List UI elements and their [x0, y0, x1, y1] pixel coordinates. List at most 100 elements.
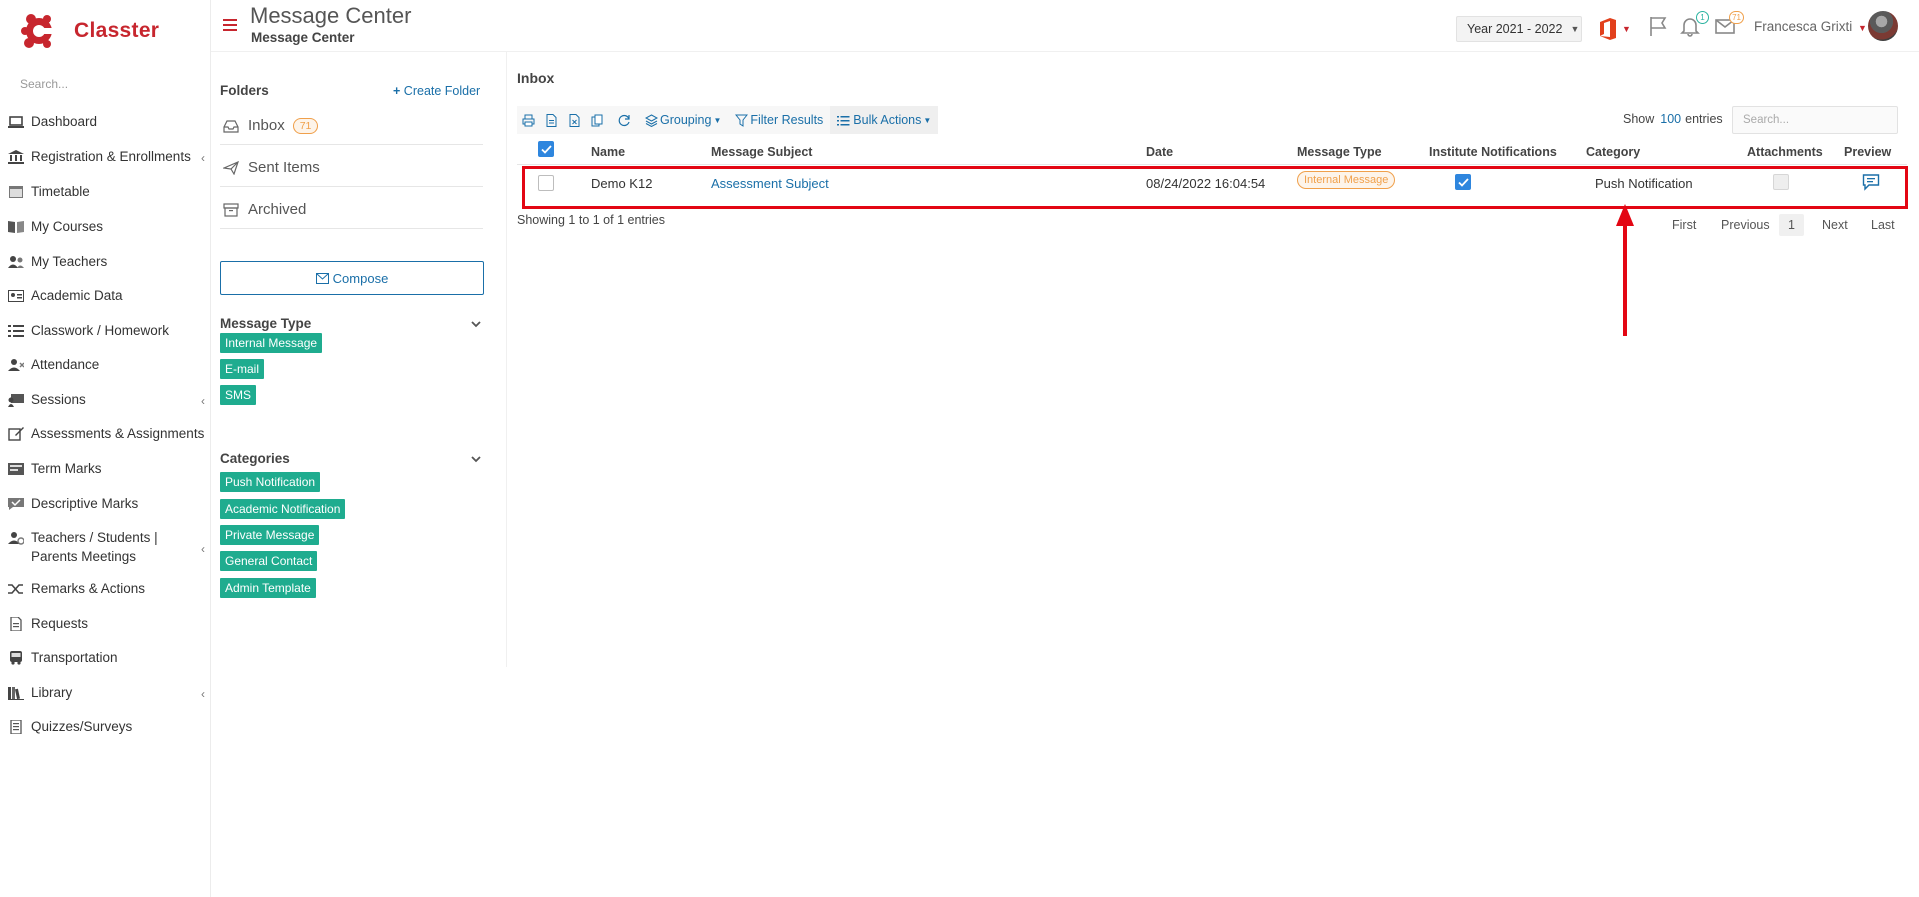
- sidebar-item-my-teachers[interactable]: My Teachers: [0, 254, 211, 269]
- table-row[interactable]: Demo K12 Assessment Subject 08/24/2022 1…: [517, 166, 1907, 200]
- folder-sent-items[interactable]: Sent Items: [220, 149, 483, 187]
- create-folder-label: Create Folder: [403, 84, 481, 98]
- row-checkbox[interactable]: [538, 175, 554, 191]
- sidebar-item-my-courses[interactable]: My Courses: [0, 219, 211, 234]
- pager-next[interactable]: Next: [1822, 218, 1848, 232]
- sidebar-item-library[interactable]: Library ‹: [0, 685, 211, 701]
- pager-page-1[interactable]: 1: [1779, 214, 1804, 236]
- year-select-value: Year 2021 - 2022: [1467, 22, 1563, 36]
- users-icon: [8, 255, 24, 269]
- bell-icon[interactable]: 1: [1679, 11, 1709, 39]
- sidebar-item-classwork[interactable]: Classwork / Homework: [0, 323, 211, 338]
- tag-admin-template[interactable]: Admin Template: [220, 578, 316, 598]
- refresh-button[interactable]: [613, 106, 636, 134]
- sidebar-item-label: Library: [31, 685, 73, 700]
- sidebar-item-descriptive-marks[interactable]: Descriptive Marks: [0, 496, 211, 511]
- folder-label: Sent Items: [248, 159, 320, 176]
- sidebar-item-remarks[interactable]: Remarks & Actions: [0, 581, 211, 596]
- hamburger-menu-icon[interactable]: [223, 19, 237, 31]
- quiz-icon: [8, 719, 24, 734]
- sidebar-item-term-marks[interactable]: Term Marks: [0, 461, 211, 476]
- sidebar-item-quizzes[interactable]: Quizzes/Surveys: [0, 719, 211, 734]
- copy-button[interactable]: [586, 106, 609, 134]
- page-length-select[interactable]: 100: [1660, 112, 1681, 126]
- notifications-badge: 1: [1696, 11, 1709, 24]
- preview-comment-icon[interactable]: [1862, 173, 1880, 191]
- create-folder-button[interactable]: + Create Folder: [393, 84, 480, 98]
- id-card-icon: [8, 289, 24, 303]
- user-x-icon: [8, 358, 24, 372]
- sidebar-item-requests[interactable]: Requests: [0, 616, 211, 631]
- brand-name: Classter: [74, 19, 160, 42]
- sidebar-item-attendance[interactable]: Attendance: [0, 357, 211, 372]
- filter-icon: [735, 114, 749, 127]
- column-header-preview[interactable]: Preview: [1844, 145, 1891, 159]
- envelope-icon[interactable]: 71: [1714, 11, 1744, 39]
- sidebar-search-input[interactable]: [10, 72, 200, 96]
- year-select[interactable]: Year 2021 - 2022 ▼: [1456, 16, 1582, 42]
- pager-first[interactable]: First: [1672, 218, 1696, 232]
- export-csv-button[interactable]: [540, 106, 563, 134]
- column-header-institute-notifications[interactable]: Institute Notifications: [1429, 145, 1557, 159]
- folder-archived[interactable]: Archived: [220, 191, 483, 229]
- select-all-checkbox[interactable]: [538, 141, 554, 157]
- grouping-button[interactable]: Grouping ▼: [640, 106, 726, 134]
- tag-email[interactable]: E-mail: [220, 359, 265, 379]
- brand[interactable]: Classter: [20, 8, 159, 54]
- avatar[interactable]: [1868, 11, 1898, 41]
- column-header-name[interactable]: Name: [591, 145, 625, 159]
- page-length: Show 100 entries: [1623, 112, 1723, 126]
- sidebar-item-label: My Teachers: [31, 254, 108, 269]
- tag-private-message[interactable]: Private Message: [220, 525, 320, 545]
- row-subject-link[interactable]: Assessment Subject: [711, 176, 829, 191]
- sidebar-item-sessions[interactable]: Sessions ‹: [0, 392, 211, 408]
- user-name[interactable]: Francesca Grixti: [1754, 19, 1852, 34]
- export-excel-button[interactable]: [563, 106, 586, 134]
- office-apps-button[interactable]: ▼: [1598, 16, 1638, 42]
- folder-inbox[interactable]: Inbox 71: [220, 107, 483, 145]
- chevron-down-icon[interactable]: [470, 318, 482, 330]
- sidebar-item-meetings[interactable]: Teachers / Students | Parents Meetings ‹: [0, 528, 211, 566]
- folders-title: Folders: [220, 83, 269, 98]
- caret-down-icon: ▼: [1622, 24, 1631, 34]
- filter-results-button[interactable]: Filter Results: [730, 106, 828, 134]
- compose-button[interactable]: Compose: [220, 261, 484, 295]
- table-header-divider: [517, 164, 1907, 165]
- column-header-date[interactable]: Date: [1146, 145, 1173, 159]
- column-header-category[interactable]: Category: [1586, 145, 1640, 159]
- pager-last[interactable]: Last: [1871, 218, 1895, 232]
- flag-icon[interactable]: [1647, 15, 1671, 39]
- table-search-input[interactable]: [1732, 106, 1898, 134]
- envelope-icon: [315, 272, 329, 284]
- pager-previous[interactable]: Previous: [1721, 218, 1770, 232]
- tag-academic-notification[interactable]: Academic Notification: [220, 499, 346, 519]
- bulk-actions-button[interactable]: Bulk Actions ▼: [830, 106, 939, 134]
- sidebar-item-timetable[interactable]: Timetable: [0, 184, 211, 199]
- archive-icon: [223, 202, 239, 217]
- column-header-attachments[interactable]: Attachments: [1747, 145, 1823, 159]
- column-header-message-type[interactable]: Message Type: [1297, 145, 1382, 159]
- row-attachments-checkbox: [1773, 174, 1789, 190]
- caret-down-icon[interactable]: ▼: [1858, 23, 1867, 33]
- tag-sms[interactable]: SMS: [220, 385, 257, 405]
- tag-internal-message[interactable]: Internal Message: [220, 333, 323, 353]
- sidebar-item-label: My Courses: [31, 219, 104, 234]
- print-button[interactable]: [517, 106, 540, 134]
- comment-check-icon: [8, 497, 24, 511]
- sidebar-item-transportation[interactable]: Transportation: [0, 650, 211, 665]
- sidebar-item-assessments[interactable]: Assessments & Assignments: [0, 426, 211, 441]
- left-sidebar: Classter Dashboard Registration & Enroll…: [0, 0, 211, 897]
- sidebar-item-dashboard[interactable]: Dashboard: [0, 114, 211, 129]
- book-icon: [8, 220, 24, 234]
- inbox-title: Inbox: [517, 70, 555, 86]
- tag-general-contact[interactable]: General Contact: [220, 551, 318, 571]
- chevron-left-icon: ‹: [201, 687, 205, 701]
- column-header-subject[interactable]: Message Subject: [711, 145, 812, 159]
- tag-push-notification[interactable]: Push Notification: [220, 472, 321, 492]
- sidebar-item-academic-data[interactable]: Academic Data: [0, 288, 211, 303]
- copy-icon: [591, 114, 603, 126]
- sidebar-item-registration[interactable]: Registration & Enrollments ‹: [0, 149, 211, 165]
- grade-icon: [8, 462, 24, 476]
- chevron-down-icon[interactable]: [470, 453, 482, 465]
- row-institute-notification-checkbox[interactable]: [1455, 174, 1471, 190]
